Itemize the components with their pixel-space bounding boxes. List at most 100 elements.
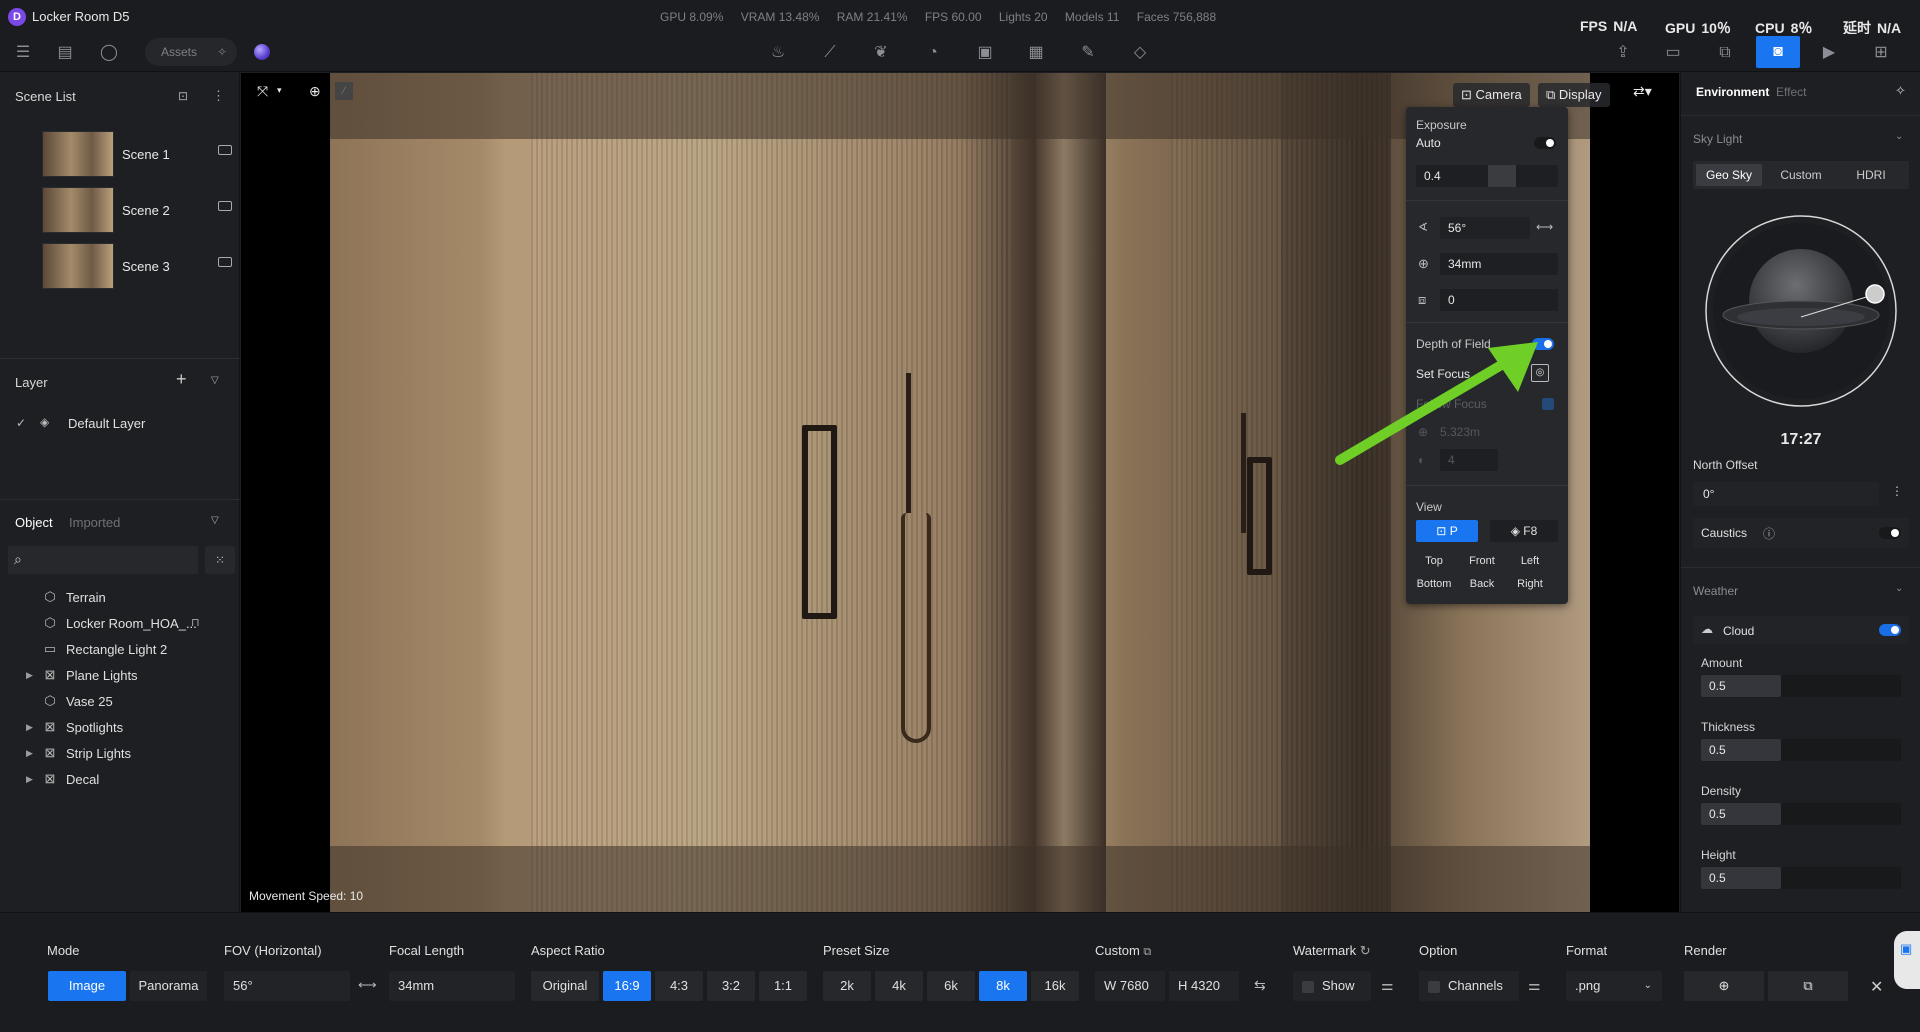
path-tool-icon[interactable]: ⟋: [819, 42, 841, 64]
file-icon[interactable]: ▤: [54, 42, 76, 64]
scene-item[interactable]: Scene 2: [42, 187, 232, 235]
f8-view-button[interactable]: ◈ F8: [1490, 520, 1558, 542]
mode-image-button[interactable]: Image: [48, 971, 126, 1001]
search-input[interactable]: ⌕: [8, 546, 198, 574]
focal-length-field[interactable]: 34mm: [389, 971, 515, 1001]
auto-exposure-toggle[interactable]: [1534, 137, 1556, 149]
chevron-down-icon[interactable]: ⌄: [1895, 583, 1903, 594]
object-row[interactable]: ▶ ⊠ Decal: [26, 768, 236, 792]
camera-icon[interactable]: [218, 257, 232, 267]
format-select[interactable]: .png ⌄: [1566, 971, 1662, 1001]
fov-field[interactable]: 56°: [1440, 217, 1530, 239]
link-icon[interactable]: ⧉: [1143, 946, 1151, 958]
object-row[interactable]: ⬡ Terrain: [26, 586, 236, 610]
preset-8k-button[interactable]: 8k: [979, 971, 1027, 1001]
watermark-show-toggle[interactable]: Show: [1293, 971, 1371, 1001]
transform-gizmo-icon[interactable]: ⤧: [257, 83, 268, 100]
thickness-slider[interactable]: 0.5: [1701, 739, 1901, 761]
tab-environment[interactable]: Environment: [1696, 85, 1769, 99]
chat-icon[interactable]: ◯: [98, 42, 120, 64]
checkbox-icon[interactable]: [1428, 980, 1440, 993]
image-export-icon[interactable]: ⧉: [1714, 42, 1736, 64]
expand-icon[interactable]: ▶: [26, 774, 33, 785]
camera-render-button[interactable]: ◙: [1756, 36, 1800, 68]
eyedropper-icon[interactable]: ⁄: [335, 82, 353, 100]
expand-icon[interactable]: ▶: [26, 670, 33, 681]
sparkle-icon[interactable]: ✧: [1895, 83, 1906, 99]
perspective-view-button[interactable]: ⊡ P: [1416, 520, 1478, 542]
expand-icon[interactable]: ▶: [26, 748, 33, 759]
swap-dimensions-icon[interactable]: ⇆: [1254, 977, 1266, 994]
fit-width-icon[interactable]: ⟷: [1536, 220, 1553, 234]
channels-toggle[interactable]: Channels: [1419, 971, 1519, 1001]
amount-slider[interactable]: 0.5: [1701, 675, 1901, 697]
roll-field[interactable]: 0: [1440, 289, 1558, 311]
chevron-down-icon[interactable]: ⌄: [1895, 131, 1903, 142]
close-icon[interactable]: ✕: [1870, 977, 1883, 997]
gallery-icon[interactable]: ⊞: [1870, 42, 1892, 64]
grid-view-icon[interactable]: ⁙: [205, 546, 235, 574]
checkbox-icon[interactable]: [1302, 980, 1314, 993]
aspect-16-9-button[interactable]: 16:9: [603, 971, 651, 1001]
aspect-original-button[interactable]: Original: [531, 971, 599, 1001]
view-top-button[interactable]: Top: [1414, 555, 1454, 567]
focal-length-field[interactable]: 34mm: [1440, 253, 1558, 275]
object-row[interactable]: ▶ ⊠ Spotlights: [26, 716, 236, 740]
tab-custom-sky[interactable]: Custom: [1768, 164, 1834, 186]
sun-position-dial[interactable]: [1703, 213, 1899, 409]
leaf-icon[interactable]: ❦: [870, 42, 892, 64]
fov-field[interactable]: 56°: [224, 971, 350, 1001]
expand-icon[interactable]: ▶: [26, 722, 33, 733]
view-bottom-button[interactable]: Bottom: [1414, 578, 1454, 590]
default-layer-label[interactable]: Default Layer: [68, 416, 145, 431]
object-row[interactable]: ⬡ Vase 25: [26, 690, 236, 714]
filter-icon[interactable]: ▽: [211, 375, 219, 386]
settings-sliders-icon[interactable]: ⚌: [1528, 977, 1541, 994]
brush-icon[interactable]: ✎: [1077, 42, 1099, 64]
view-swap-icon[interactable]: ⇄▾: [1633, 83, 1652, 100]
more-options-icon[interactable]: ⋮: [212, 88, 225, 104]
layers-icon[interactable]: ◇: [1129, 42, 1151, 64]
tab-effect[interactable]: Effect: [1776, 85, 1806, 99]
exposure-slider[interactable]: 0.4: [1416, 165, 1558, 187]
height-slider[interactable]: 0.5: [1701, 867, 1901, 889]
density-slider[interactable]: 0.5: [1701, 803, 1901, 825]
height-field[interactable]: H 4320: [1169, 971, 1239, 1001]
tab-imported[interactable]: Imported: [69, 515, 120, 530]
aspect-1-1-button[interactable]: 1:1: [759, 971, 807, 1001]
light-bulb-icon[interactable]: ♨: [767, 42, 789, 64]
cloud-toggle[interactable]: [1879, 624, 1901, 636]
chevron-down-icon[interactable]: ▾: [277, 85, 282, 96]
assets-button[interactable]: Assets ✧: [145, 38, 237, 66]
render-image-button[interactable]: ⧉: [1768, 971, 1848, 1001]
preset-16k-button[interactable]: 16k: [1031, 971, 1079, 1001]
mode-panorama-button[interactable]: Panorama: [130, 971, 207, 1001]
upload-icon[interactable]: ⇪: [1612, 42, 1634, 64]
camera-button[interactable]: ⊡ Camera: [1453, 83, 1530, 107]
fit-width-icon[interactable]: ⟷: [358, 977, 377, 993]
scene-item[interactable]: Scene 1: [42, 131, 232, 179]
preset-4k-button[interactable]: 4k: [875, 971, 923, 1001]
caustics-toggle[interactable]: [1879, 527, 1901, 539]
camera-icon[interactable]: [218, 145, 232, 155]
aspect-4-3-button[interactable]: 4:3: [655, 971, 703, 1001]
view-front-button[interactable]: Front: [1462, 555, 1502, 567]
video-record-icon[interactable]: ▶: [1818, 42, 1840, 64]
add-scene-icon[interactable]: ⊡: [178, 89, 188, 103]
view-right-button[interactable]: Right: [1510, 578, 1550, 590]
help-icon[interactable]: ⓘ: [1763, 525, 1775, 542]
display-button[interactable]: ⧉ Display: [1538, 83, 1610, 107]
globe-icon[interactable]: ⊕: [309, 83, 321, 100]
object-row[interactable]: ▭ Rectangle Light 2: [26, 638, 236, 662]
camera-icon[interactable]: [218, 201, 232, 211]
render-globe-button[interactable]: ⊕: [1684, 971, 1764, 1001]
preset-6k-button[interactable]: 6k: [927, 971, 975, 1001]
object-row[interactable]: ▶ ⊠ Plane Lights: [26, 664, 236, 688]
refresh-icon[interactable]: ↻: [1360, 943, 1371, 958]
vr-icon[interactable]: ▭: [1662, 42, 1684, 64]
tab-object[interactable]: Object: [15, 515, 53, 530]
feedback-tab[interactable]: ▣: [1894, 931, 1920, 989]
filter-icon[interactable]: ▽: [211, 515, 219, 526]
video-tool-icon[interactable]: ▣: [974, 42, 996, 64]
weather-icon[interactable]: ◔: [922, 42, 944, 64]
